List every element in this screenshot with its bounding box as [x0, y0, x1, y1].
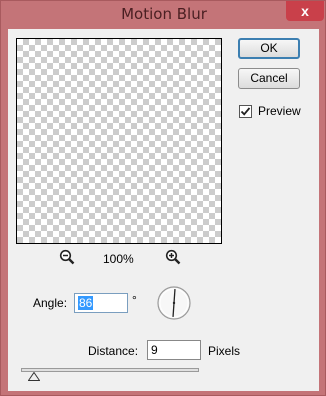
dialog-body: OK Cancel Preview 100% Angle: 86 ° Dista…	[8, 29, 319, 391]
preview-label: Preview	[258, 104, 301, 118]
distance-slider[interactable]	[21, 368, 199, 372]
distance-label: Distance:	[88, 344, 139, 358]
zoom-in-icon[interactable]	[165, 249, 181, 265]
zoom-out-icon[interactable]	[59, 249, 75, 265]
close-icon: x	[301, 3, 309, 19]
dialog-title: Motion Blur	[121, 5, 207, 23]
checkmark-icon	[240, 107, 251, 116]
ok-button[interactable]: OK	[238, 38, 300, 59]
angle-label: Angle:	[33, 296, 68, 310]
angle-dial[interactable]	[156, 285, 192, 321]
motion-blur-dialog: Motion Blur x OK Cancel Preview 100% Ang…	[0, 0, 326, 396]
distance-unit: Pixels	[208, 344, 241, 358]
preview-checkbox[interactable]	[239, 105, 252, 118]
distance-value: 9	[151, 343, 158, 357]
angle-input[interactable]: 86	[74, 293, 128, 313]
preview-canvas[interactable]	[16, 38, 222, 244]
close-button[interactable]: x	[286, 1, 324, 21]
angle-value: 86	[78, 296, 94, 310]
distance-input[interactable]: 9	[147, 340, 201, 360]
title-bar[interactable]: Motion Blur x	[1, 1, 326, 29]
slider-handle[interactable]	[28, 372, 41, 381]
angle-unit: °	[132, 293, 137, 307]
cancel-button[interactable]: Cancel	[238, 68, 300, 89]
zoom-level: 100%	[103, 252, 134, 266]
